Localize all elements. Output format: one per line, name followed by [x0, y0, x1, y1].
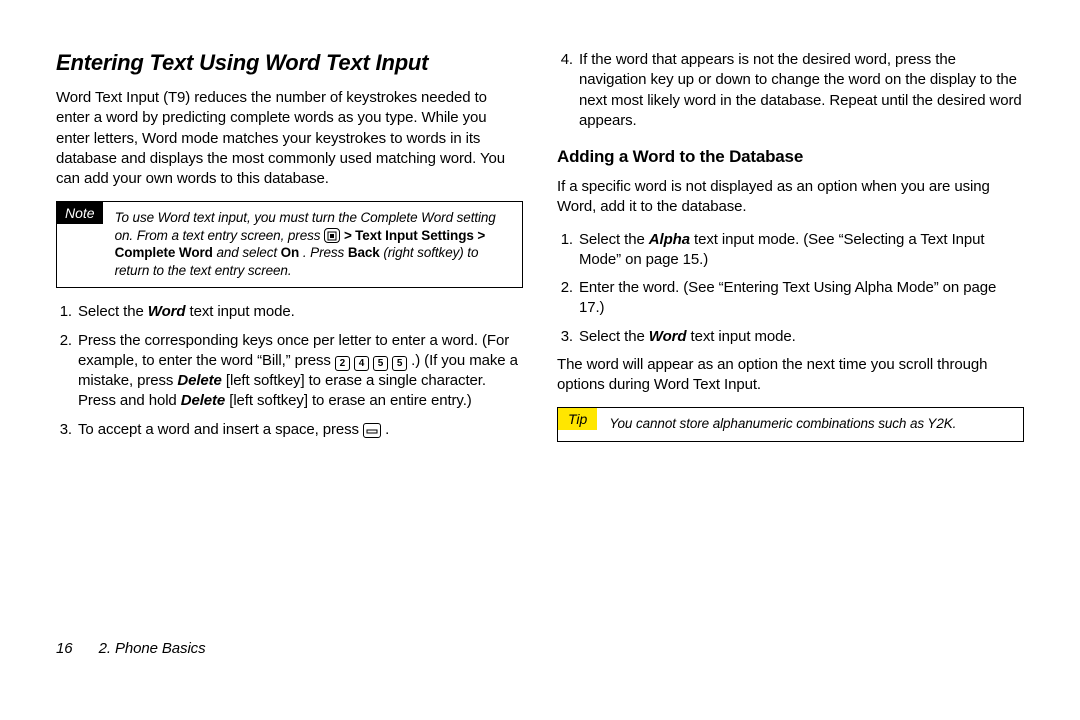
- step-text: [left softkey] to erase an entire entry.…: [229, 392, 471, 409]
- tip-label: Tip: [558, 408, 597, 430]
- step-bold: Word: [649, 328, 687, 345]
- tip-callout: Tip You cannot store alphanumeric combin…: [557, 407, 1024, 442]
- space-key-icon: [363, 423, 381, 438]
- note-callout: Note To use Word text input, you must tu…: [56, 201, 523, 288]
- step-text: text input mode.: [691, 328, 796, 345]
- note-part-e: . Press: [303, 245, 348, 260]
- intro-paragraph-2: If a specific word is not displayed as a…: [557, 177, 1024, 218]
- step-number: 1.: [56, 302, 78, 322]
- step-number: 2.: [56, 331, 78, 412]
- step-text: Select the: [78, 303, 148, 320]
- tip-text: You cannot store alphanumeric combinatio…: [609, 415, 1013, 433]
- list-item: 4. If the word that appears is not the d…: [557, 50, 1024, 131]
- note-part-c: and select: [216, 245, 280, 260]
- step-number: 1.: [557, 230, 579, 271]
- steps-list-right-continued: 4. If the word that appears is not the d…: [557, 50, 1024, 131]
- step-text: Select the: [579, 231, 649, 248]
- step-number: 3.: [56, 420, 78, 440]
- list-item: 1. Select the Word text input mode.: [56, 302, 523, 322]
- page-footer: 16 2. Phone Basics: [0, 640, 1080, 657]
- steps-list-left: 1. Select the Word text input mode. 2. P…: [56, 302, 523, 440]
- outro-paragraph: The word will appear as an option the ne…: [557, 355, 1024, 396]
- keypad-key-icon: 4: [354, 356, 369, 371]
- step-text: Enter the word. (See “Entering Text Usin…: [579, 278, 1024, 319]
- step-bold: Delete: [181, 392, 225, 409]
- section-heading: Entering Text Using Word Text Input: [56, 50, 523, 76]
- step-text: Select the: [579, 328, 649, 345]
- keypad-key-icon: 5: [392, 356, 407, 371]
- left-column: Entering Text Using Word Text Input Word…: [56, 50, 523, 616]
- list-item: 2. Enter the word. (See “Entering Text U…: [557, 278, 1024, 319]
- sub-heading: Adding a Word to the Database: [557, 147, 1024, 167]
- step-text: text input mode.: [190, 303, 295, 320]
- list-item: 3. To accept a word and insert a space, …: [56, 420, 523, 440]
- steps-list-right: 1. Select the Alpha text input mode. (Se…: [557, 230, 1024, 347]
- list-item: 1. Select the Alpha text input mode. (Se…: [557, 230, 1024, 271]
- keypad-key-icon: 5: [373, 356, 388, 371]
- chapter-title: 2. Phone Basics: [99, 640, 206, 657]
- right-column: 4. If the word that appears is not the d…: [557, 50, 1024, 616]
- step-number: 2.: [557, 278, 579, 319]
- keypad-key-icon: 2: [335, 356, 350, 371]
- step-bold: Alpha: [649, 231, 690, 248]
- intro-paragraph: Word Text Input (T9) reduces the number …: [56, 88, 523, 189]
- step-bold: Word: [148, 303, 186, 320]
- options-key-icon: [324, 228, 340, 243]
- note-label: Note: [57, 202, 103, 224]
- step-number: 4.: [557, 50, 579, 131]
- step-bold: Delete: [177, 372, 221, 389]
- note-text: To use Word text input, you must turn th…: [115, 209, 512, 279]
- step-text: To accept a word and insert a space, pre…: [78, 421, 359, 438]
- note-part-f: Back: [348, 245, 380, 260]
- step-text: If the word that appears is not the desi…: [579, 50, 1024, 131]
- list-item: 2. Press the corresponding keys once per…: [56, 331, 523, 412]
- note-part-d: On: [281, 245, 300, 260]
- list-item: 3. Select the Word text input mode.: [557, 327, 1024, 347]
- step-text: .: [385, 421, 389, 438]
- step-number: 3.: [557, 327, 579, 347]
- page-number: 16: [56, 640, 73, 657]
